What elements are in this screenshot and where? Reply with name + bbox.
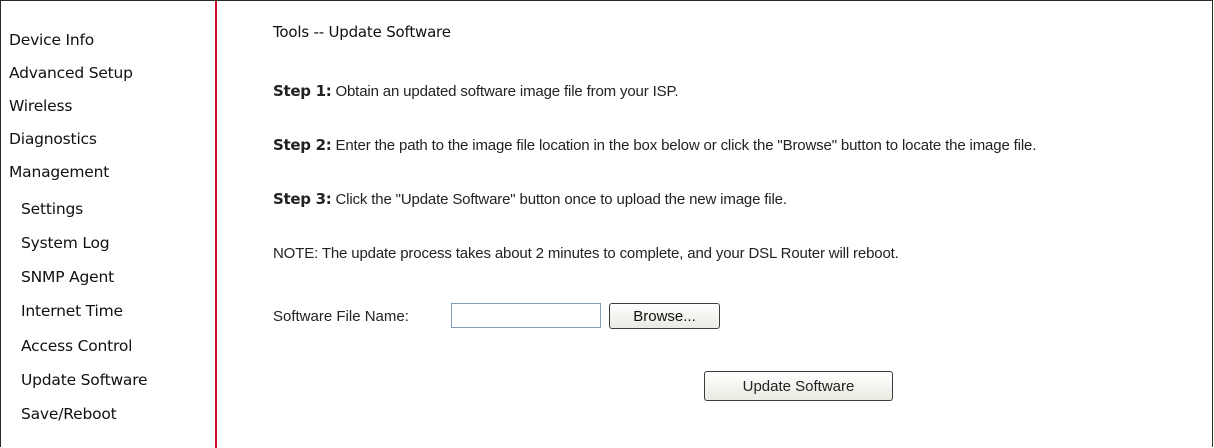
sidebar-item-management[interactable]: Management xyxy=(9,163,109,181)
sidebar-item-diagnostics[interactable]: Diagnostics xyxy=(9,130,97,148)
software-file-name-label: Software File Name: xyxy=(273,308,409,325)
sidebar-item-access-control[interactable]: Access Control xyxy=(21,337,132,355)
step-2-text: Enter the path to the image file locatio… xyxy=(331,137,1037,154)
sidebar-item-internet-time[interactable]: Internet Time xyxy=(21,302,123,320)
update-software-button[interactable]: Update Software xyxy=(704,371,893,401)
sidebar-item-update-software[interactable]: Update Software xyxy=(21,371,148,389)
step-2-instruction: Step 2: Enter the path to the image file… xyxy=(273,136,1036,154)
step-3-text: Click the "Update Software" button once … xyxy=(331,191,787,208)
sidebar-item-snmp-agent[interactable]: SNMP Agent xyxy=(21,268,114,286)
step-3-label: Step 3: xyxy=(273,190,332,208)
update-note: NOTE: The update process takes about 2 m… xyxy=(273,245,899,262)
sidebar-item-system-log[interactable]: System Log xyxy=(21,234,110,252)
step-1-instruction: Step 1: Obtain an updated software image… xyxy=(273,82,679,100)
sidebar-item-advanced-setup[interactable]: Advanced Setup xyxy=(9,64,133,82)
browse-button[interactable]: Browse... xyxy=(609,303,720,329)
sidebar-item-save-reboot[interactable]: Save/Reboot xyxy=(21,405,117,423)
step-3-instruction: Step 3: Click the "Update Software" butt… xyxy=(273,190,787,208)
sidebar-nav: Device Info Advanced Setup Wireless Diag… xyxy=(1,1,217,448)
software-file-input[interactable] xyxy=(451,303,601,328)
sidebar-item-settings[interactable]: Settings xyxy=(21,200,83,218)
router-admin-page: Device Info Advanced Setup Wireless Diag… xyxy=(0,0,1213,448)
sidebar-item-device-info[interactable]: Device Info xyxy=(9,31,94,49)
main-content: Tools -- Update Software Step 1: Obtain … xyxy=(219,1,1212,448)
sidebar-item-wireless[interactable]: Wireless xyxy=(9,97,72,115)
step-1-label: Step 1: xyxy=(273,82,332,100)
step-2-label: Step 2: xyxy=(273,136,332,154)
step-1-text: Obtain an updated software image file fr… xyxy=(331,83,679,100)
page-title: Tools -- Update Software xyxy=(273,23,451,41)
